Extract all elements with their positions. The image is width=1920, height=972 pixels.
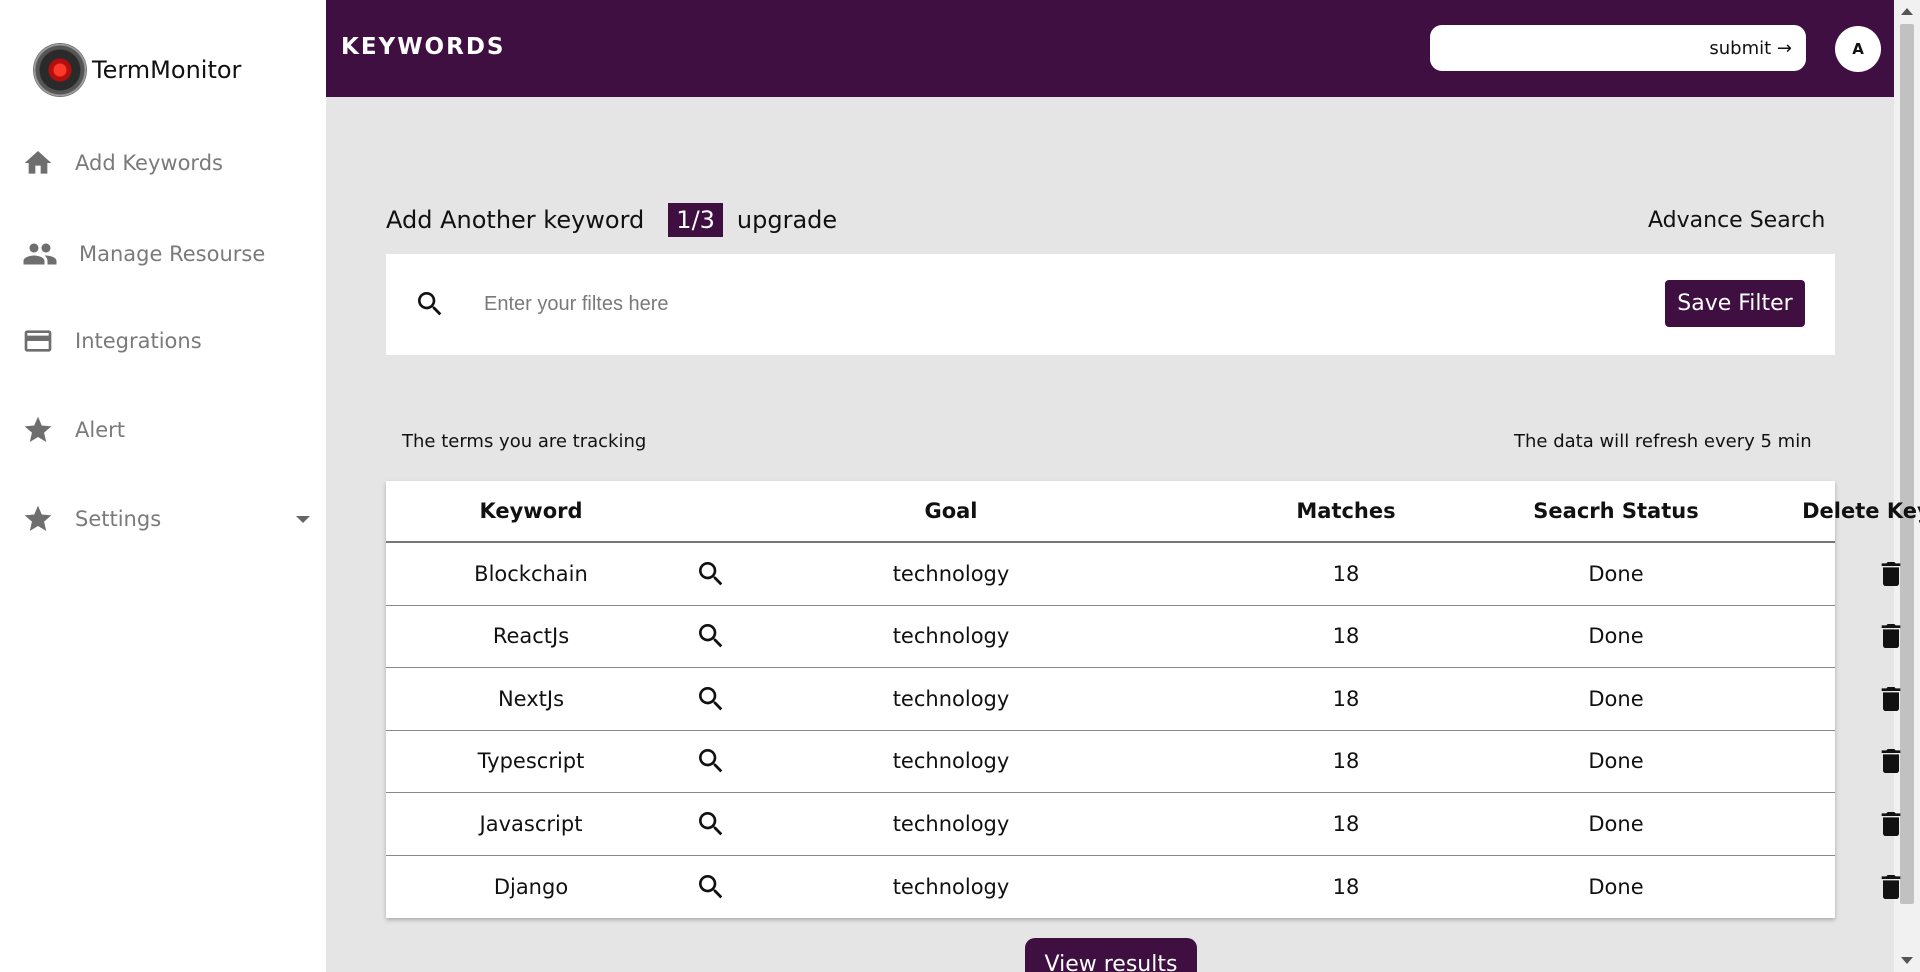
view-results-button[interactable]: View results xyxy=(1025,938,1197,972)
table-body: Blockchain technology 18 Done ReactJs technol… xyxy=(386,543,1901,919)
scroll-up-icon[interactable] xyxy=(1901,8,1913,15)
table-row: Typescript technology 18 Done xyxy=(386,731,1901,793)
search-icon[interactable] xyxy=(666,668,756,730)
table-row: Django technology 18 Done xyxy=(386,856,1901,919)
sidebar-item-label: Settings xyxy=(75,507,162,531)
cell-matches: 18 xyxy=(1332,686,1360,711)
cell-keyword: Javascript xyxy=(479,811,583,836)
cell-keyword: Blockchain xyxy=(474,561,588,586)
eye-logo-icon xyxy=(34,44,86,96)
search-icon[interactable] xyxy=(666,606,756,668)
cell-goal: technology xyxy=(892,686,1010,711)
delete-icon[interactable] xyxy=(1656,793,1920,855)
search-icon[interactable] xyxy=(666,731,756,793)
search-icon xyxy=(418,292,442,316)
filter-bar: Save Filter xyxy=(386,254,1835,355)
cell-goal: technology xyxy=(892,624,1010,649)
delete-icon[interactable] xyxy=(1656,856,1920,919)
sidebar-item-label: Integrations xyxy=(75,329,202,353)
home-icon xyxy=(24,151,52,174)
sidebar-item-label: Manage Resourse xyxy=(79,242,266,266)
avatar[interactable]: A xyxy=(1835,26,1881,72)
advance-search-link[interactable]: Advance Search xyxy=(1648,208,1825,233)
delete-icon[interactable] xyxy=(1656,668,1920,730)
search-icon[interactable] xyxy=(666,793,756,855)
refresh-note: The data will refresh every 5 min xyxy=(1514,431,1812,452)
star-icon xyxy=(24,416,52,442)
upgrade-link[interactable]: upgrade xyxy=(737,206,837,234)
header-delete: Delete Keyword xyxy=(1802,499,1920,523)
cell-matches: 18 xyxy=(1332,874,1360,899)
table-header: Keyword Goal Matches Seacrh Status Delet… xyxy=(386,481,1920,543)
chevron-down-icon[interactable] xyxy=(296,516,310,523)
table-row: Blockchain technology 18 Done xyxy=(386,543,1901,606)
sidebar-item-label: Alert xyxy=(75,418,125,442)
sidebar-item-alert[interactable]: Alert xyxy=(22,414,125,446)
sidebar-item-manage-resourse[interactable]: Manage Resourse xyxy=(22,236,265,272)
table-row: NextJs technology 18 Done xyxy=(386,668,1901,731)
quota-badge: 1/3 xyxy=(668,203,723,237)
top-header: KEYWORDS submit → A xyxy=(326,0,1894,97)
credit-card-icon xyxy=(24,330,52,352)
cell-goal: technology xyxy=(892,874,1010,899)
sidebar-item-add-keywords[interactable]: Add Keywords xyxy=(22,147,223,179)
table-row: Javascript technology 18 Done xyxy=(386,793,1901,856)
cell-keyword: ReactJs xyxy=(492,624,570,649)
header-matches: Matches xyxy=(1296,499,1396,523)
add-keyword-row: Add Another keyword 1/3 upgrade xyxy=(386,203,837,237)
delete-icon[interactable] xyxy=(1656,731,1920,793)
cell-goal: technology xyxy=(892,811,1010,836)
cell-keyword: Typescript xyxy=(477,749,585,774)
cell-matches: 18 xyxy=(1332,749,1360,774)
header-goal: Goal xyxy=(924,499,978,523)
tracking-note: The terms you are tracking xyxy=(402,431,647,452)
search-icon[interactable] xyxy=(666,856,756,919)
star-icon xyxy=(24,505,52,531)
brand-name: TermMonitor xyxy=(92,56,242,84)
scroll-down-icon[interactable] xyxy=(1901,957,1913,964)
delete-icon[interactable] xyxy=(1656,606,1920,668)
page-title: KEYWORDS xyxy=(341,34,506,60)
cell-matches: 18 xyxy=(1332,561,1360,586)
save-filter-button[interactable]: Save Filter xyxy=(1665,280,1805,327)
brand[interactable]: TermMonitor xyxy=(34,44,241,96)
search-icon[interactable] xyxy=(666,543,756,605)
table-row: ReactJs technology 18 Done xyxy=(386,606,1901,668)
cell-goal: technology xyxy=(892,561,1010,586)
sidebar-item-settings[interactable]: Settings xyxy=(22,503,161,535)
sidebar-item-label: Add Keywords xyxy=(75,151,223,175)
submit-button[interactable]: submit → xyxy=(1430,25,1806,71)
add-keyword-label: Add Another keyword xyxy=(386,206,645,234)
keywords-table: Keyword Goal Matches Seacrh Status Delet… xyxy=(386,481,1920,919)
header-keyword: Keyword xyxy=(479,499,583,523)
filter-input[interactable] xyxy=(484,288,1444,320)
sidebar-item-integrations[interactable]: Integrations xyxy=(22,325,202,357)
cell-keyword: NextJs xyxy=(497,686,565,711)
cell-goal: technology xyxy=(892,749,1010,774)
people-icon xyxy=(23,243,57,265)
cell-matches: 18 xyxy=(1332,624,1360,649)
cell-keyword: Django xyxy=(493,874,569,899)
sidebar: TermMonitor Add Keywords Manage Resourse… xyxy=(0,0,326,972)
cell-matches: 18 xyxy=(1332,811,1360,836)
delete-icon[interactable] xyxy=(1656,543,1920,605)
